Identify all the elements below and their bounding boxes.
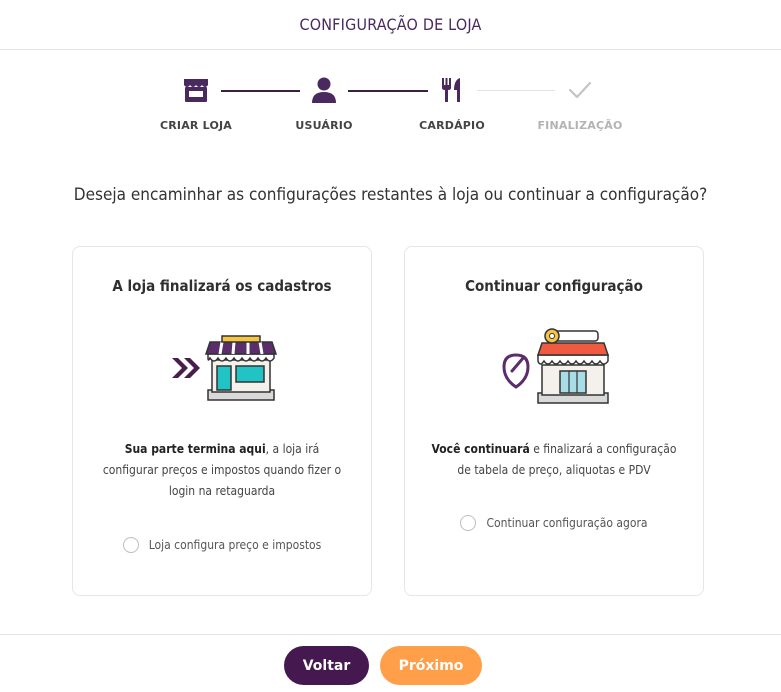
store-icon <box>184 79 208 102</box>
footer: Voltar Próximo <box>0 634 781 692</box>
card-description-bold: Você continuará <box>431 442 530 456</box>
step-cardapio: CARDÁPIO <box>392 70 512 132</box>
back-button[interactable]: Voltar <box>284 646 369 685</box>
option-card-store[interactable]: A loja finalizará os cadastros Sua parte… <box>72 246 372 596</box>
card-description: Sua parte termina aqui, a loja irá confi… <box>97 439 347 502</box>
step-label: CARDÁPIO <box>419 119 485 132</box>
radio-option-continue[interactable]: Continuar configuração agora <box>405 515 703 531</box>
stepper: CRIAR LOJA USUÁRIO CARDÁPIO FINALIZAÇÃO <box>0 70 781 140</box>
card-description: Você continuará e finalizará a configura… <box>429 439 679 481</box>
step-label: USUÁRIO <box>295 119 353 132</box>
radio-button[interactable] <box>460 515 477 531</box>
page-title: CONFIGURAÇÃO DE LOJA <box>299 15 482 34</box>
radio-label: Continuar configuração agora <box>486 516 648 530</box>
step-label: FINALIZAÇÃO <box>537 119 623 132</box>
card-description-bold: Sua parte termina aqui <box>124 442 266 456</box>
step-usuario: USUÁRIO <box>264 70 384 132</box>
radio-option-store[interactable]: Loja configura preço e impostos <box>73 537 371 553</box>
check-icon <box>568 81 592 99</box>
store-with-tag-icon <box>405 325 703 411</box>
step-criar-loja: CRIAR LOJA <box>136 70 256 132</box>
card-title: A loja finalizará os cadastros <box>112 277 332 295</box>
step-label: CRIAR LOJA <box>159 119 233 132</box>
store-with-arrows-icon <box>73 325 371 411</box>
radio-label: Loja configura preço e impostos <box>148 538 322 552</box>
option-card-continue[interactable]: Continuar configuração Você continuará e… <box>404 246 704 596</box>
question-text: Deseja encaminhar as configurações resta… <box>73 185 708 205</box>
utensils-icon <box>442 78 460 102</box>
radio-button[interactable] <box>122 537 139 553</box>
next-button[interactable]: Próximo <box>380 646 482 685</box>
card-title: Continuar configuração <box>465 277 643 295</box>
user-icon <box>312 77 336 103</box>
step-finalizacao: FINALIZAÇÃO <box>520 70 640 132</box>
page-header: CONFIGURAÇÃO DE LOJA <box>0 0 781 50</box>
